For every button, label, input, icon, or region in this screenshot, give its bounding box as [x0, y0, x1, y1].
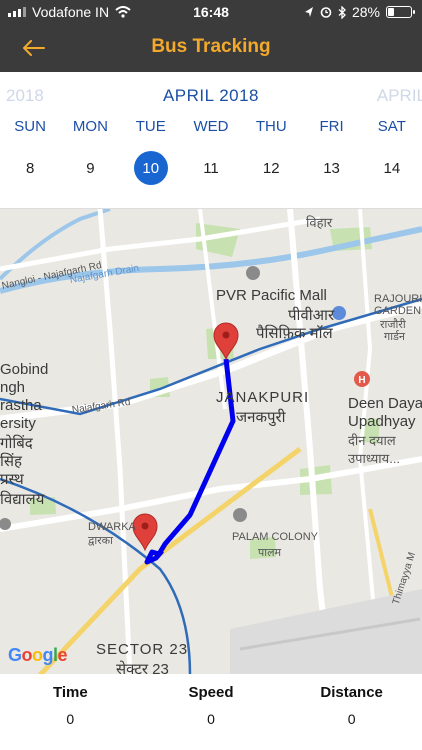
- battery-fill: [388, 8, 394, 16]
- map-label: Deen Dayal: [348, 395, 422, 412]
- weekday-row: SUN MON TUE WED THU FRI SAT: [0, 118, 422, 135]
- google-logo: Google: [8, 645, 68, 665]
- month-selector: 2018 APRIL 2018 APRIL: [0, 82, 422, 110]
- map-label: पीवीआर: [288, 307, 335, 324]
- map-label: rastha: [0, 397, 42, 414]
- date-cell[interactable]: 11: [181, 150, 241, 186]
- speed-value: 0: [207, 711, 215, 727]
- map-label: प्रस्थ: [0, 471, 24, 488]
- speed-stat: Speed 0: [151, 684, 271, 750]
- date-label: 12: [262, 159, 280, 177]
- trip-stats: Time 0 Speed 0 Distance 0: [0, 674, 422, 750]
- speed-label: Speed: [188, 684, 234, 701]
- map-label: PALAM COLONY: [232, 531, 318, 543]
- cinema-icon: [246, 266, 260, 280]
- map-label: सेक्टर 23: [116, 661, 169, 674]
- svg-text:H: H: [358, 375, 365, 386]
- map-label: पैसिफ़िक मॉल: [256, 325, 333, 342]
- map-label: पालम: [258, 547, 282, 559]
- map-label: SECTOR 23: [96, 641, 189, 658]
- map-label: गोबिंद: [0, 435, 33, 452]
- date-label: 11: [203, 159, 219, 177]
- current-location-marker[interactable]: [132, 513, 158, 552]
- distance-label: Distance: [320, 684, 383, 701]
- date-cell[interactable]: 9: [60, 150, 120, 186]
- bluetooth-icon: [338, 5, 346, 19]
- date-cell-selected[interactable]: 10: [121, 150, 181, 186]
- map-label: सिंह: [0, 453, 22, 470]
- battery-icon: [386, 6, 415, 18]
- poi-icon: [233, 508, 247, 522]
- map-label: विद्यालय: [0, 491, 45, 508]
- date-cell[interactable]: 14: [362, 150, 422, 186]
- map-label: ngh: [0, 379, 26, 396]
- map-label: Gobind: [0, 361, 49, 378]
- arterial-road: [287, 209, 333, 674]
- weekday-mon: MON: [72, 118, 108, 135]
- time-value: 0: [66, 711, 75, 727]
- selected-date-label: 10: [133, 151, 168, 185]
- weekday-thu: THU: [255, 118, 287, 135]
- map-label: GARDEN: [374, 305, 422, 317]
- date-label: 8: [25, 159, 35, 177]
- weekday-wed: WED: [193, 118, 229, 135]
- date-label: 14: [383, 159, 401, 177]
- weekday-sat: SAT: [377, 118, 406, 135]
- map-label: गार्डन: [384, 331, 406, 343]
- date-row: 8 9 10 11 12 13 14: [0, 150, 422, 186]
- map-label: ersity: [0, 415, 36, 432]
- time-label: Time: [52, 684, 88, 701]
- map-label: जनकपुरी: [236, 409, 286, 426]
- alarm-icon: [320, 7, 332, 18]
- map-label: द्वारका: [88, 535, 113, 547]
- distance-value: 0: [347, 711, 356, 727]
- map-label: Upadhyay: [348, 413, 416, 430]
- map-label: उपाध्याय...: [348, 451, 401, 466]
- screen: Vodafone IN 16:48 28% Bus Tracking 2018 …: [0, 0, 422, 750]
- map-label: DWARKA: [88, 521, 136, 533]
- current-month: APRIL 2018: [162, 86, 260, 105]
- weekday-tue: TUE: [135, 118, 166, 135]
- map-label: विहार: [306, 215, 333, 230]
- status-right: 28%: [304, 4, 415, 20]
- date-label: 9: [86, 159, 95, 177]
- status-bar: Vodafone IN 16:48 28%: [0, 0, 422, 24]
- date-cell[interactable]: 12: [241, 150, 301, 186]
- map-label: दीन दयाल: [348, 433, 396, 448]
- map-label: PVR Pacific Mall: [216, 287, 327, 304]
- distance-stat: Distance 0: [292, 684, 412, 750]
- route-map[interactable]: H विहार Nangloi - Najafgarh Rd Najafgarh…: [0, 208, 422, 674]
- top-bar: Vodafone IN 16:48 28% Bus Tracking: [0, 0, 422, 72]
- calendar-strip: 2018 APRIL 2018 APRIL SUN MON TUE WED TH…: [0, 72, 422, 208]
- date-label: 13: [323, 159, 340, 177]
- page-title: Bus Tracking: [151, 36, 271, 57]
- date-cell[interactable]: 13: [302, 150, 362, 186]
- map-label: JANAKPURI: [216, 389, 310, 406]
- weekday-sun: SUN: [14, 118, 46, 135]
- time-stat: Time 0: [10, 684, 130, 750]
- nav-bar: Bus Tracking: [0, 24, 422, 72]
- next-month[interactable]: APRIL: [377, 86, 422, 106]
- map-label: RAJOURI: [374, 293, 422, 305]
- battery-percent: 28%: [351, 4, 380, 20]
- location-icon: [304, 7, 313, 17]
- date-cell[interactable]: 8: [0, 150, 60, 186]
- weekday-fri: FRI: [319, 118, 344, 135]
